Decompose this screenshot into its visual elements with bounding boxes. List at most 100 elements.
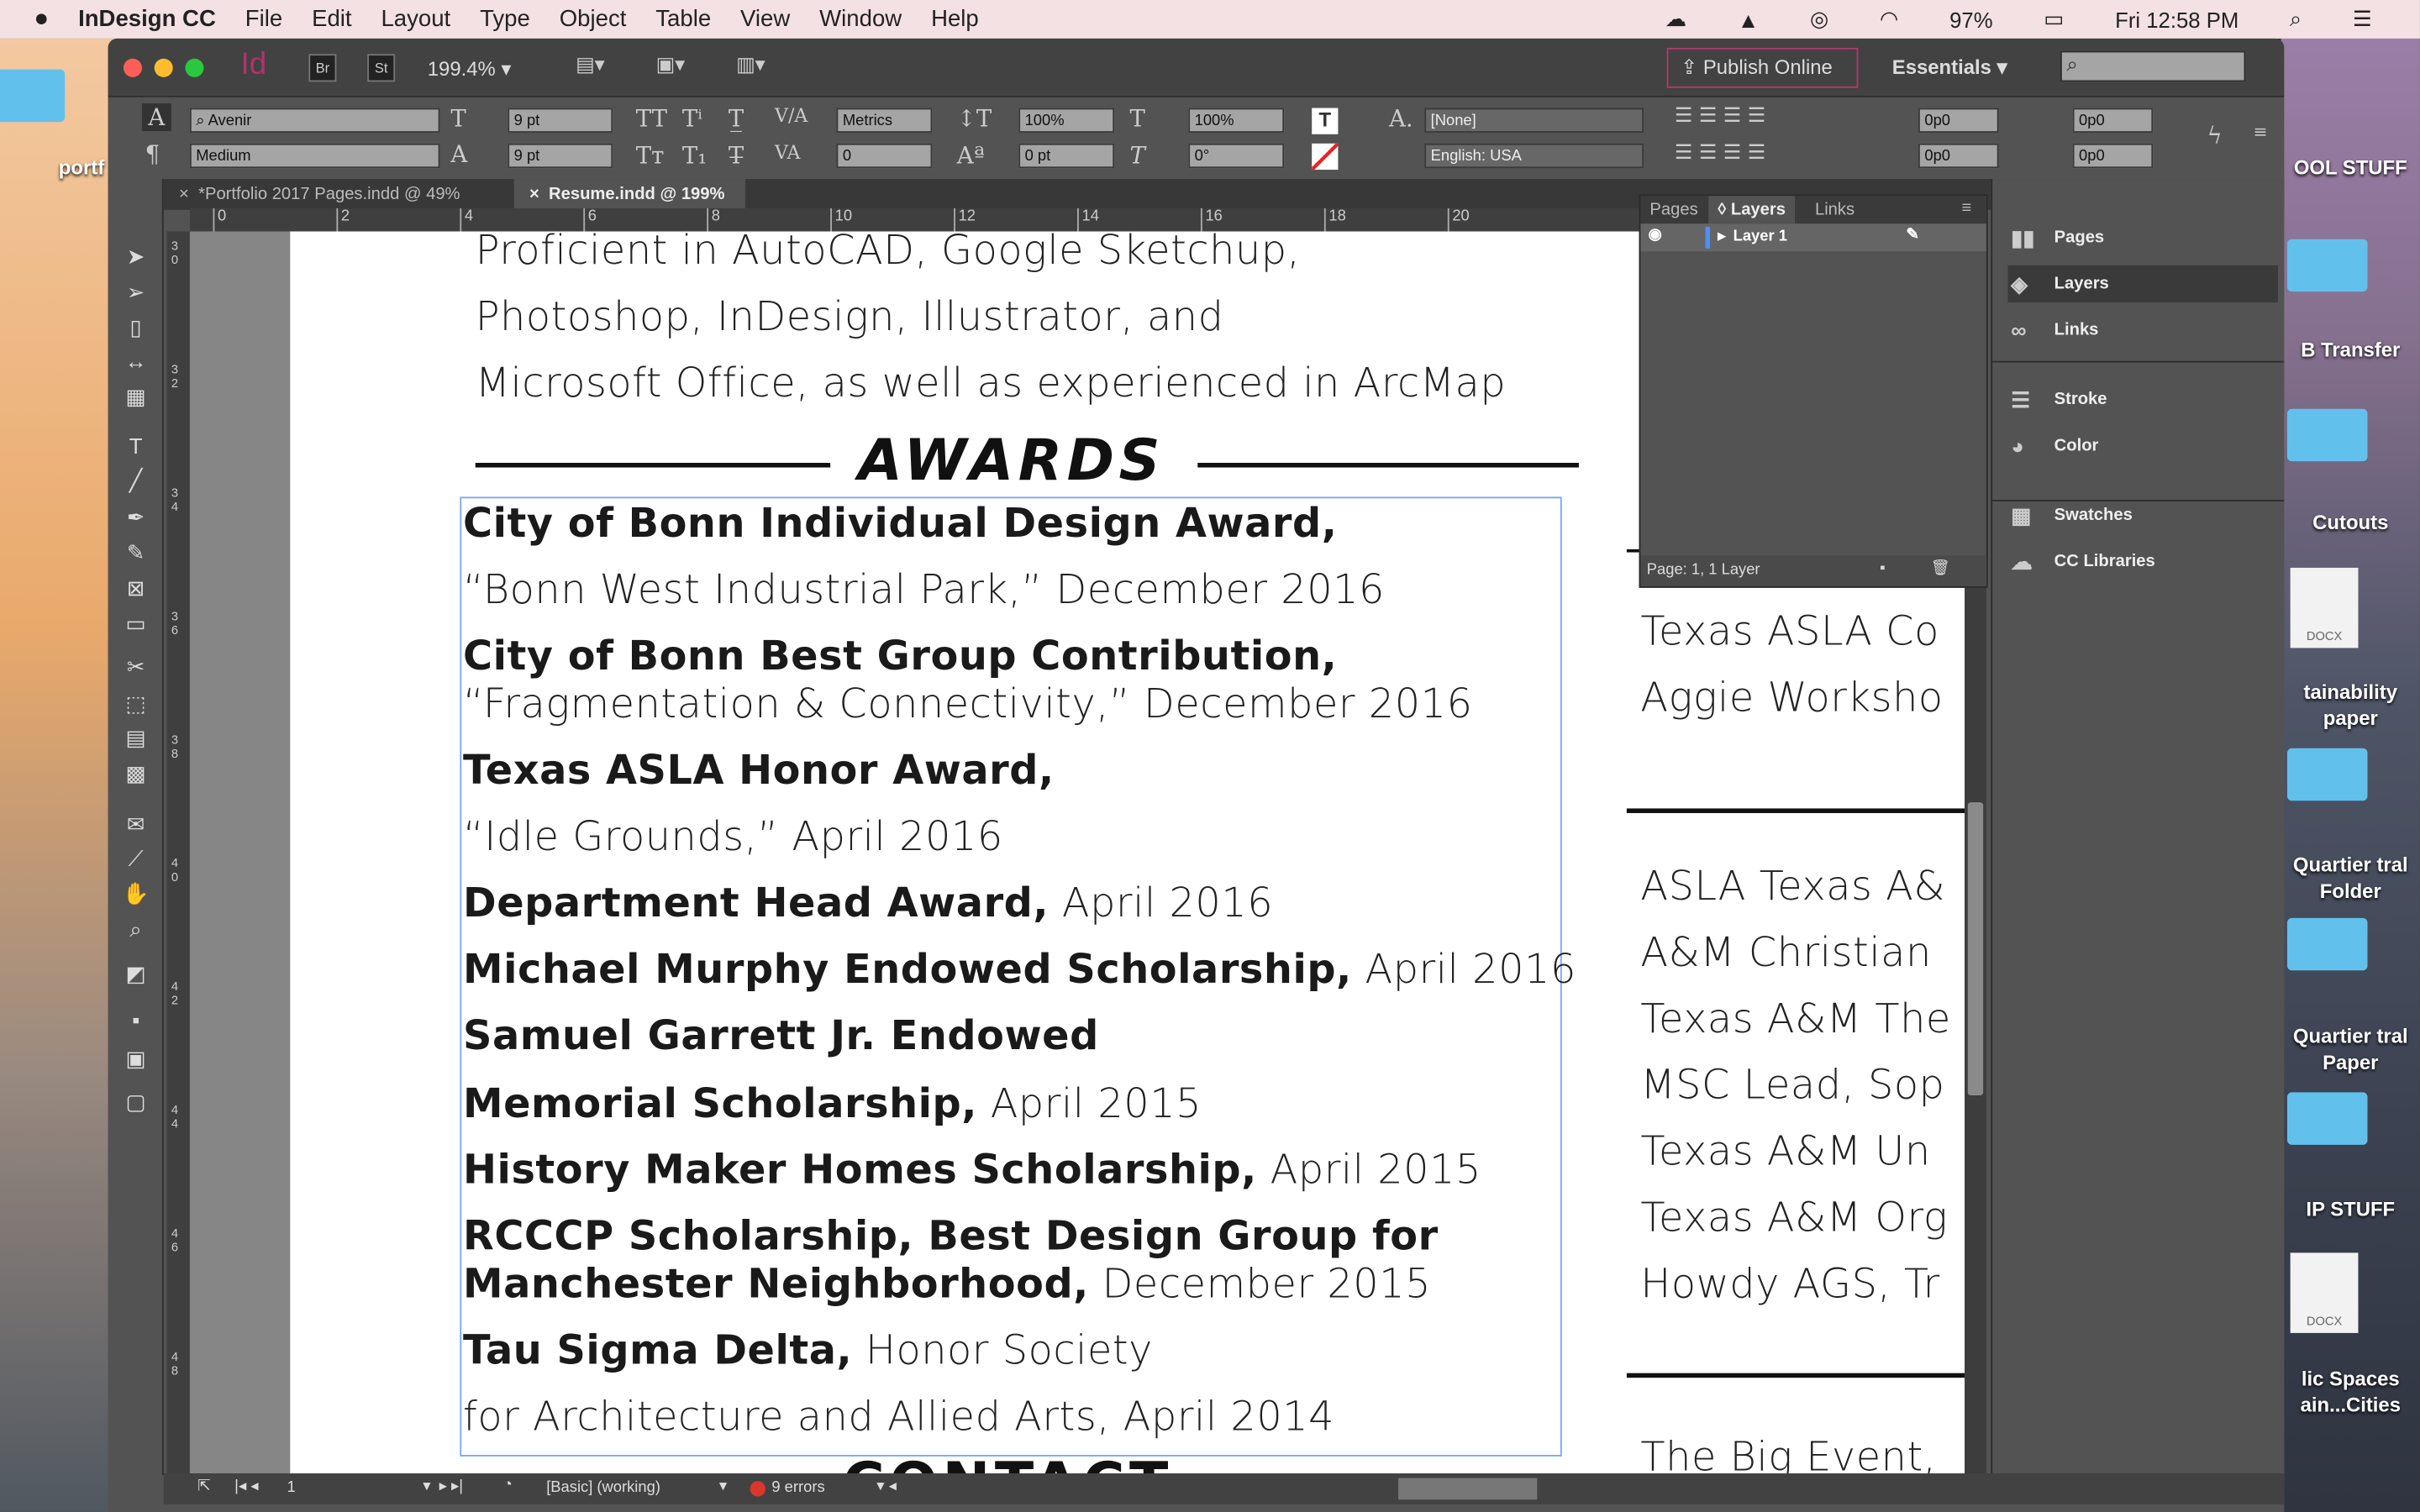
baseline-shift-field[interactable]: 0 pt — [1018, 143, 1115, 169]
tab-resume[interactable]: × Resume.indd @ 199% — [513, 179, 746, 210]
strikethrough-button[interactable]: T̶ — [729, 142, 744, 170]
errors-dropdown[interactable]: ▾ ◂ — [876, 1478, 897, 1495]
paragraph-mode-button[interactable]: ¶ — [145, 140, 160, 168]
pen-tool-icon[interactable]: ✒ — [118, 501, 152, 533]
battery-icon[interactable]: ▭ — [2044, 6, 2064, 32]
note-tool-icon[interactable]: ✉ — [118, 808, 152, 839]
page-tool-icon[interactable]: ▯ — [118, 312, 152, 343]
desktop-item-label[interactable]: portf — [59, 155, 104, 181]
menu-type[interactable]: Type — [480, 6, 530, 32]
skew-field[interactable]: 0° — [1188, 143, 1285, 169]
font-style-dropdown[interactable]: Medium — [189, 143, 440, 169]
dock-item-pages[interactable]: ▮▮ Pages — [2008, 219, 2278, 256]
hand-tool-icon[interactable]: ✋ — [118, 878, 152, 909]
folder-icon[interactable] — [2286, 748, 2368, 801]
gap-tool-icon[interactable]: ↔ — [118, 345, 152, 376]
rectangle-frame-tool-icon[interactable]: ⊠ — [118, 572, 152, 603]
tab-pages[interactable]: Pages — [1649, 201, 1697, 219]
notification-center-icon[interactable]: ☰ — [2353, 6, 2372, 32]
trash-icon[interactable]: 🗑 — [1931, 560, 1950, 577]
open-in-new-window-icon[interactable]: ⇱ — [197, 1478, 210, 1495]
tracking-field[interactable]: 0 — [836, 143, 933, 169]
preflight-profile[interactable]: [Basic] (working) — [546, 1479, 660, 1496]
apple-icon[interactable]: ● — [34, 5, 49, 33]
rectangle-tool-icon[interactable]: ▭ — [118, 608, 152, 639]
layer-name[interactable]: Layer 1 — [1733, 228, 1787, 245]
scissors-tool-icon[interactable]: ✂ — [118, 651, 152, 682]
menu-file[interactable]: File — [245, 6, 282, 32]
vertical-scale-field[interactable]: 100% — [1018, 108, 1115, 133]
gradient-feather-tool-icon[interactable]: ▩ — [118, 758, 152, 789]
close-window-button[interactable] — [123, 58, 142, 77]
character-style-dropdown[interactable]: [None] — [1424, 108, 1644, 133]
help-search-input[interactable]: ⌕ — [2060, 50, 2246, 82]
underline-button[interactable]: T̲ — [729, 105, 744, 133]
view-options-icon[interactable]: ▤▾ — [576, 52, 605, 76]
menu-object[interactable]: Object — [560, 6, 627, 32]
normal-view-icon[interactable]: ▣ — [118, 1043, 152, 1074]
wifi-icon[interactable]: ◠ — [1880, 6, 1898, 32]
font-family-dropdown[interactable]: ⌕ Avenir — [189, 108, 440, 133]
spotlight-icon[interactable]: ⌕ — [2290, 6, 2302, 32]
fill-stroke-swatch-icon[interactable]: ◩ — [118, 958, 152, 990]
page-dropdown[interactable]: ▾ ▸ ▸| — [423, 1478, 463, 1495]
pencil-tool-icon[interactable]: ✎ — [118, 537, 152, 568]
folder-icon[interactable] — [2286, 239, 2368, 292]
stock-button[interactable]: St — [367, 54, 396, 82]
tab-portfolio[interactable]: × *Portfolio 2017 Pages.indd @ 49% — [164, 179, 514, 210]
folder-icon[interactable] — [2286, 1092, 2368, 1145]
bridge-button[interactable]: Br — [308, 54, 337, 82]
desktop-item-label[interactable]: Cutouts — [2284, 509, 2417, 535]
visibility-eye-icon[interactable]: ◉ — [1649, 227, 1662, 244]
zoom-window-button[interactable] — [185, 58, 204, 77]
line-tool-icon[interactable]: ╱ — [118, 465, 152, 496]
folder-icon[interactable] — [2286, 917, 2368, 971]
desktop-item-label[interactable]: lic Spaces ain...Cities — [2284, 1365, 2417, 1417]
all-caps-button[interactable]: TT — [636, 105, 667, 133]
docx-file-icon[interactable]: DOCX — [2290, 1252, 2359, 1333]
arrange-documents-icon[interactable]: ▥▾ — [736, 52, 765, 76]
dock-item-links[interactable]: ∞ Links — [2008, 312, 2278, 349]
tab-links[interactable]: Links — [1815, 201, 1854, 219]
screen-mode-icon[interactable]: ▣▾ — [656, 52, 686, 76]
folder-icon[interactable] — [2286, 408, 2368, 462]
docx-file-icon[interactable]: DOCX — [2290, 567, 2359, 648]
selection-tool-icon[interactable]: ➤ — [118, 241, 152, 272]
left-indent-field[interactable]: 0p0 — [1918, 108, 1999, 133]
free-transform-tool-icon[interactable]: ⬚ — [118, 688, 152, 719]
fill-text-swatch[interactable]: T — [1312, 108, 1339, 134]
type-tool-icon[interactable]: T — [118, 430, 152, 461]
screen-mode-icon[interactable]: ▢ — [118, 1086, 152, 1117]
kerning-field[interactable]: Metrics — [836, 108, 933, 133]
dock-item-swatches[interactable]: ▦ Swatches — [2008, 496, 2278, 533]
first-page-button[interactable]: |◂ ◂ — [234, 1478, 258, 1495]
menu-table[interactable]: Table — [655, 6, 711, 32]
horizontal-scale-field[interactable]: 100% — [1188, 108, 1285, 133]
gradient-tool-icon[interactable]: ▤ — [118, 722, 152, 753]
desktop-item-label[interactable]: Quartier tral Paper — [2284, 1023, 2417, 1075]
folder-icon[interactable] — [0, 69, 66, 123]
drive-icon[interactable]: ▲ — [1738, 7, 1759, 31]
menu-window[interactable]: Window — [819, 6, 902, 32]
new-layer-icon[interactable]: ▪ — [1880, 560, 1886, 577]
superscript-button[interactable]: Tⁱ — [682, 105, 702, 133]
page-number-field[interactable]: 1 — [287, 1479, 296, 1496]
preflight-errors[interactable]: 9 errors — [771, 1479, 824, 1496]
leading-field[interactable]: 9 pt — [508, 143, 613, 169]
preflight-icon[interactable]: ◔ — [503, 1477, 513, 1494]
menu-view[interactable]: View — [740, 6, 790, 32]
panel-menu-icon[interactable]: ≡ — [1961, 199, 1971, 218]
justify-buttons[interactable]: ☰ ☰ ☰ ☰ — [1675, 142, 1765, 165]
zoom-level-dropdown[interactable]: 199.4% ▾ — [428, 57, 512, 81]
panel-menu-icon[interactable]: ≡ — [2254, 122, 2268, 142]
dock-item-stroke[interactable]: ☰ Stroke — [2008, 381, 2278, 418]
desktop-item-label[interactable]: tainability paper — [2284, 679, 2417, 731]
character-mode-button[interactable]: A — [141, 103, 171, 132]
desktop-item-label[interactable]: IP STUFF — [2284, 1195, 2417, 1221]
desktop-item-label[interactable]: B Transfer — [2284, 336, 2417, 362]
apply-color-icon[interactable]: ▪ — [118, 1005, 152, 1036]
creative-cloud-icon[interactable]: ☁ — [1665, 6, 1687, 32]
menu-edit[interactable]: Edit — [312, 6, 351, 32]
sync-icon[interactable]: ◎ — [1810, 6, 1828, 32]
dock-item-color[interactable]: ◕ Color — [2008, 428, 2278, 465]
